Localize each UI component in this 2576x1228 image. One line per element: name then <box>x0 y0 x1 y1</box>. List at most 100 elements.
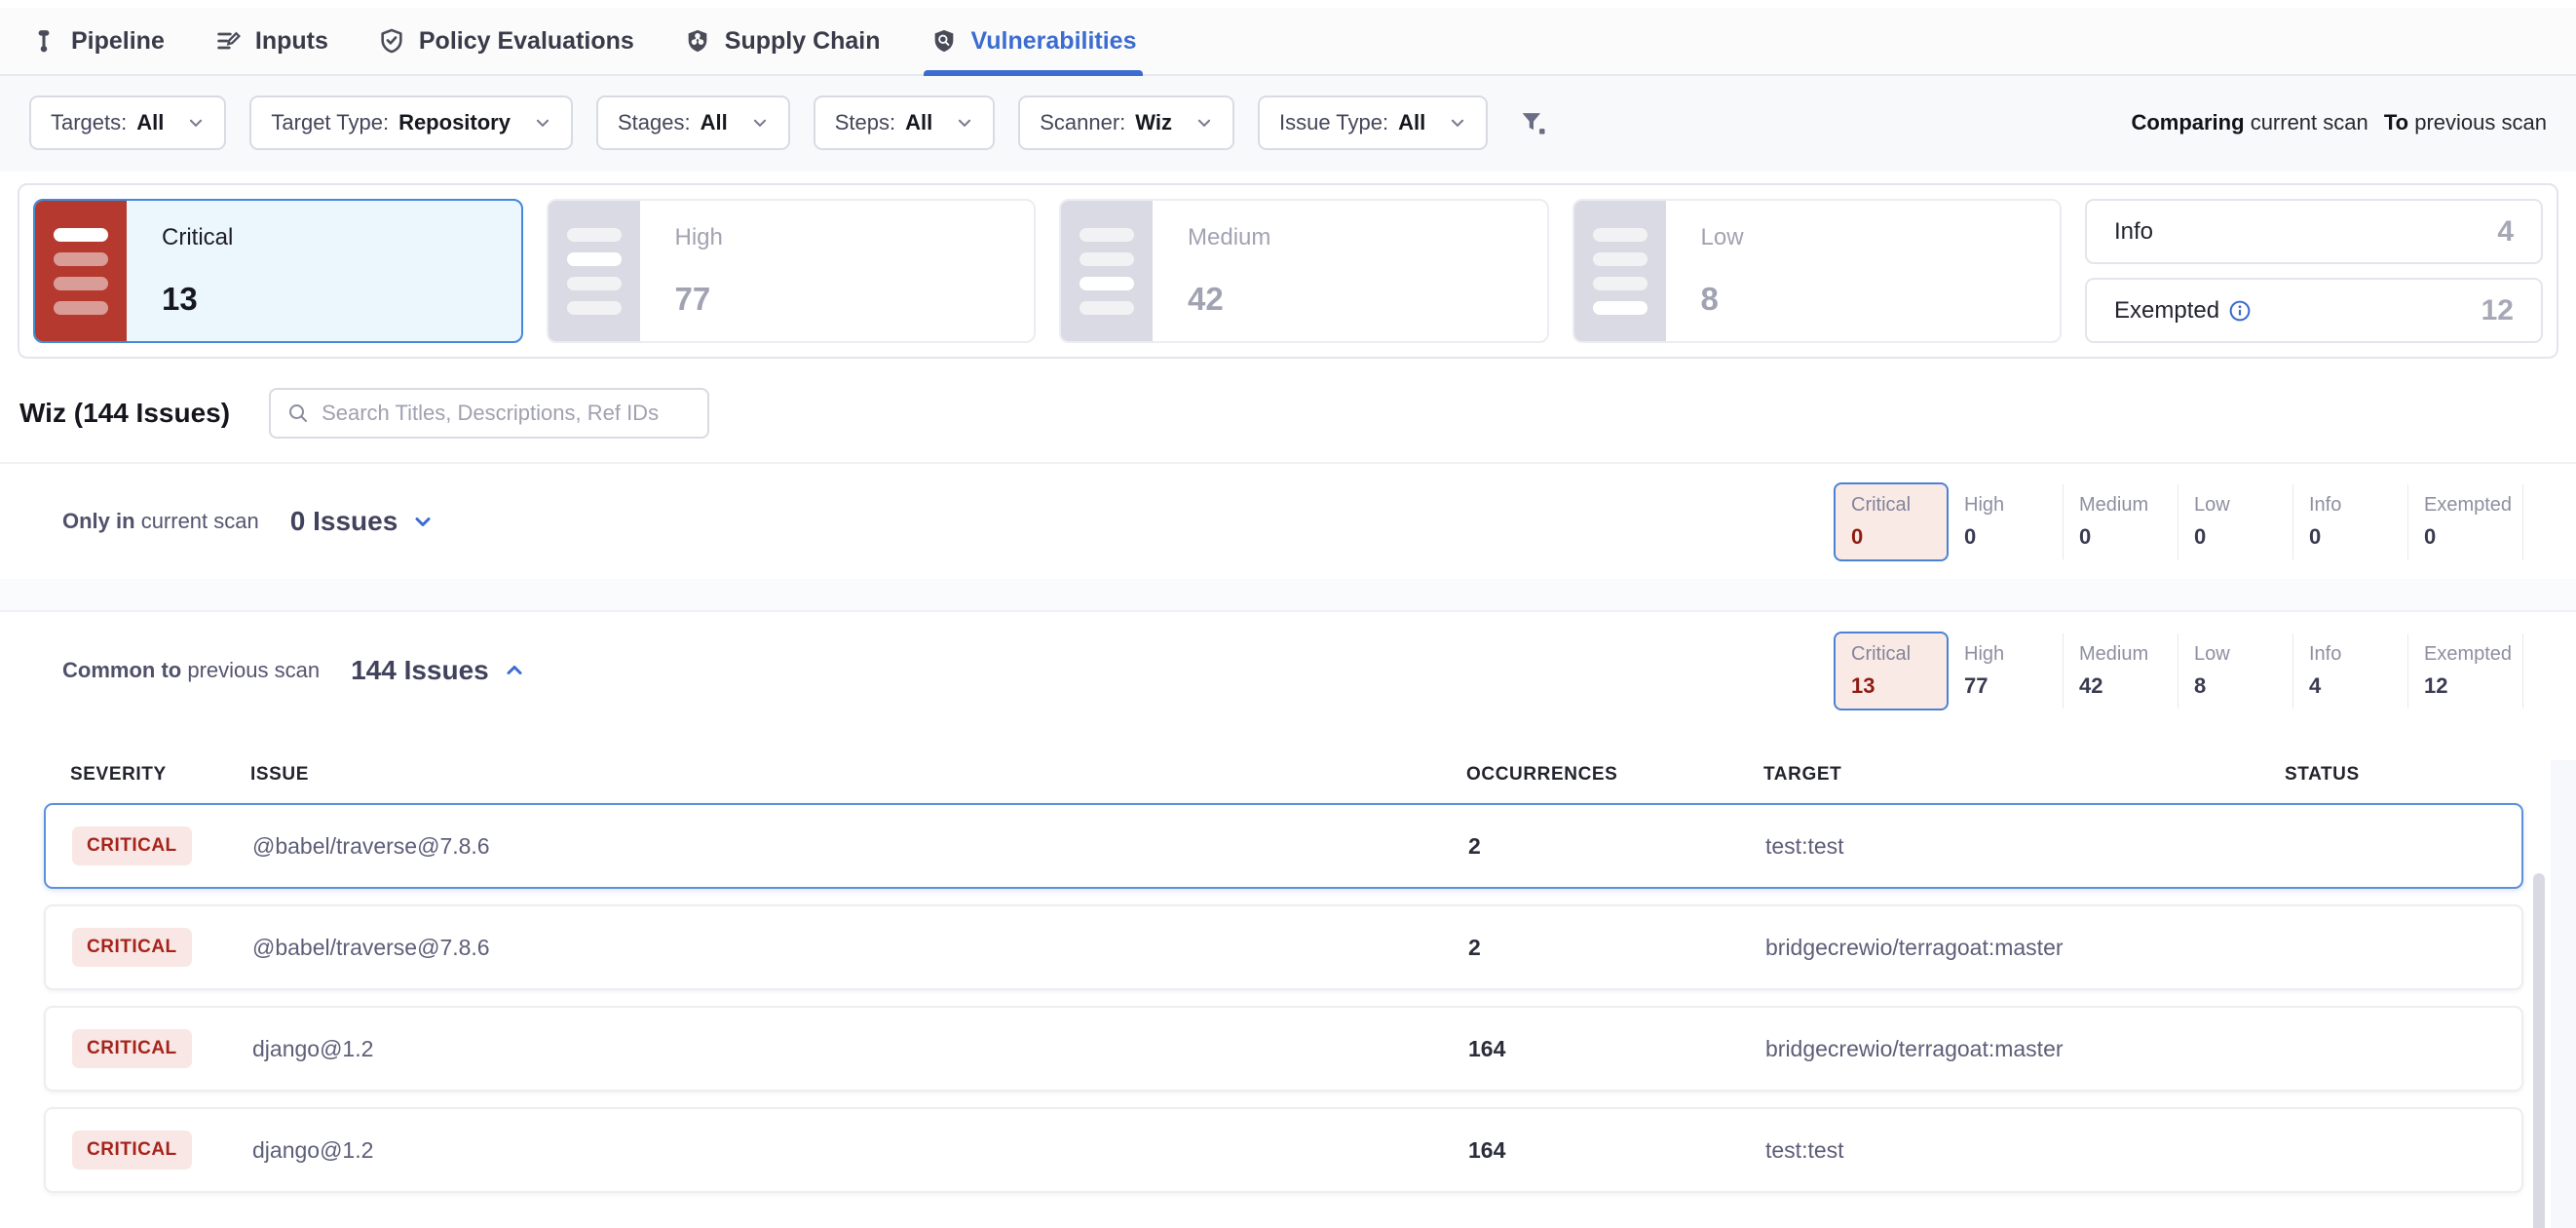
severity-bars-icon <box>1061 201 1153 341</box>
filter-value: All <box>1398 110 1425 135</box>
pill-low[interactable]: Low0 <box>2178 484 2293 559</box>
tab-vulnerabilities[interactable]: Vulnerabilities <box>929 8 1137 74</box>
col-issue: ISSUE <box>250 764 1466 786</box>
filter-label: Targets: <box>51 110 127 135</box>
pill-exempted[interactable]: Exempted12 <box>2408 633 2523 709</box>
pill-critical[interactable]: Critical0 <box>1834 482 1949 561</box>
severity-card-medium[interactable]: Medium 42 <box>1059 199 1549 343</box>
table-row[interactable]: CRITICAL django@1.2 164 bridgecrewio/ter… <box>44 1006 2523 1092</box>
occurrences-cell: 164 <box>1468 1137 1765 1164</box>
severity-cards-panel: Critical 13 High 77 Medium 42 Low 8 <box>18 183 2558 359</box>
pill-info[interactable]: Info0 <box>2293 484 2408 559</box>
issue-cell: django@1.2 <box>252 1036 1468 1062</box>
table-row[interactable]: CRITICAL @babel/traverse@7.8.6 2 test:te… <box>44 803 2523 889</box>
severity-card-high[interactable]: High 77 <box>547 199 1037 343</box>
target-cell: bridgecrewio/terragoat:master <box>1765 935 2287 961</box>
vertical-scrollbar[interactable] <box>2533 873 2545 1228</box>
right-margin-band <box>2551 760 2576 1228</box>
pill-info[interactable]: Info4 <box>2293 633 2408 709</box>
chevron-up-icon <box>503 659 526 682</box>
tab-label: Vulnerabilities <box>971 27 1137 56</box>
severity-bars-icon <box>35 201 127 341</box>
stages-filter-dropdown[interactable]: Stages: All <box>596 96 790 150</box>
results-header: Wiz (144 Issues) <box>0 359 2576 462</box>
col-occurrences: OCCURRENCES <box>1466 764 1763 786</box>
severity-card-count: 42 <box>1188 281 1270 318</box>
filter-value: Repository <box>398 110 511 135</box>
chevron-down-icon <box>187 114 205 132</box>
search-input[interactable] <box>322 401 692 426</box>
table-row[interactable]: CRITICAL @babel/traverse@7.8.6 2 bridgec… <box>44 904 2523 990</box>
execution-tabbar: Pipeline Inputs Policy Evaluations Suppl… <box>0 8 2576 76</box>
section-issues-toggle[interactable]: 144 Issues <box>351 655 526 686</box>
scanner-filter-dropdown[interactable]: Scanner: Wiz <box>1018 96 1234 150</box>
supply-chain-shield-icon <box>683 26 712 56</box>
col-severity: SEVERITY <box>70 764 250 786</box>
table-row[interactable]: CRITICAL django@1.2 164 test:test <box>44 1107 2523 1193</box>
issue-type-filter-dropdown[interactable]: Issue Type: All <box>1258 96 1488 150</box>
pill-high[interactable]: High77 <box>1949 633 2064 709</box>
filter-label: Issue Type: <box>1279 110 1388 135</box>
occurrences-cell: 2 <box>1468 833 1765 860</box>
section-issues-toggle[interactable]: 0 Issues <box>290 506 436 537</box>
severity-card-critical[interactable]: Critical 13 <box>33 199 523 343</box>
pill-medium[interactable]: Medium42 <box>2064 633 2178 709</box>
chevron-down-icon <box>956 114 973 132</box>
funnel-x-icon <box>1517 106 1550 139</box>
tab-label: Inputs <box>255 27 328 56</box>
section-divider <box>0 579 2576 612</box>
scanner-results-title: Wiz (144 Issues) <box>19 398 230 429</box>
clear-filters-button[interactable] <box>1517 106 1550 139</box>
tab-policy-evaluations[interactable]: Policy Evaluations <box>377 8 634 74</box>
severity-card-info[interactable]: Info 4 <box>2085 199 2543 264</box>
pill-medium[interactable]: Medium0 <box>2064 484 2178 559</box>
chevron-down-icon <box>1195 114 1213 132</box>
severity-card-low[interactable]: Low 8 <box>1572 199 2063 343</box>
tab-pipeline[interactable]: Pipeline <box>29 8 165 74</box>
filter-label: Target Type: <box>271 110 389 135</box>
severity-card-count: 77 <box>675 281 723 318</box>
severity-bars-icon <box>549 201 640 341</box>
info-circle-icon[interactable] <box>2229 300 2251 322</box>
pill-exempted[interactable]: Exempted0 <box>2408 484 2523 559</box>
filter-value: Wiz <box>1135 110 1172 135</box>
policy-shield-check-icon <box>377 26 406 56</box>
steps-filter-dropdown[interactable]: Steps: All <box>814 96 996 150</box>
filter-value: All <box>701 110 728 135</box>
filter-label: Stages: <box>618 110 691 135</box>
filter-bar: Targets: All Target Type: Repository Sta… <box>0 76 2576 172</box>
top-strip <box>0 0 2576 8</box>
side-card-label: Info <box>2114 218 2153 246</box>
target-cell: test:test <box>1765 833 2287 860</box>
comparing-scans-text: Comparing current scan To previous scan <box>2131 110 2547 135</box>
severity-card-exempted[interactable]: Exempted 12 <box>2085 278 2543 343</box>
only-in-current-scan-section: Only in current scan 0 Issues Critical0 … <box>0 462 2576 579</box>
pill-critical[interactable]: Critical13 <box>1834 632 1949 710</box>
severity-badge: CRITICAL <box>72 826 192 865</box>
occurrences-cell: 164 <box>1468 1036 1765 1062</box>
tab-supply-chain[interactable]: Supply Chain <box>683 8 881 74</box>
side-card-count: 4 <box>2497 215 2514 249</box>
severity-card-label: Low <box>1701 224 1744 251</box>
col-target: TARGET <box>1763 764 2285 786</box>
pill-low[interactable]: Low8 <box>2178 633 2293 709</box>
table-header: SEVERITY ISSUE OCCURRENCES TARGET STATUS <box>44 729 2523 803</box>
issue-cell: django@1.2 <box>252 1137 1468 1164</box>
issue-search-box <box>269 388 709 439</box>
target-cell: test:test <box>1765 1137 2287 1164</box>
severity-badge: CRITICAL <box>72 928 192 967</box>
common-to-previous-scan-section: Common to previous scan 144 Issues Criti… <box>0 612 2576 729</box>
pill-high[interactable]: High0 <box>1949 484 2064 559</box>
col-status: STATUS <box>2285 764 2523 786</box>
targets-filter-dropdown[interactable]: Targets: All <box>29 96 226 150</box>
severity-card-count: 13 <box>162 281 233 318</box>
issue-cell: @babel/traverse@7.8.6 <box>252 935 1468 961</box>
severity-card-label: Medium <box>1188 224 1270 251</box>
chevron-down-icon <box>751 114 769 132</box>
side-card-label: Exempted <box>2114 297 2251 325</box>
target-type-filter-dropdown[interactable]: Target Type: Repository <box>249 96 573 150</box>
filter-label: Scanner: <box>1040 110 1125 135</box>
filter-value: All <box>136 110 164 135</box>
chevron-down-icon <box>411 510 435 533</box>
tab-inputs[interactable]: Inputs <box>213 8 328 74</box>
